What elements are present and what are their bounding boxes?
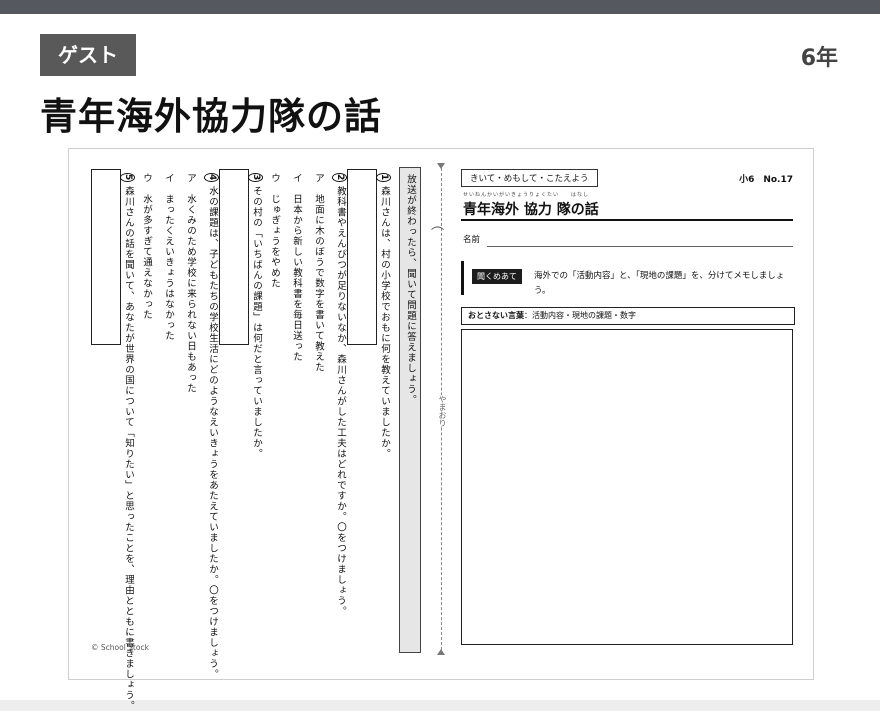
- fold-arrow-icon: ⌒: [431, 227, 445, 242]
- question-2: 2 教科書やえんぴつが足りないなか、森川さんがした工夫はどれですか。〇をつけまし…: [332, 173, 347, 617]
- goal-pill: 聞くめあて: [472, 269, 522, 284]
- goal-text: 海外での「活動内容」と、「現地の課題」を、分けてメモしましょう。: [534, 271, 785, 296]
- question-number: 2: [332, 173, 347, 183]
- worksheet: 5 森川さんの話を聞いて、あなたが世界の国について「知りたい」と思ったことを、理…: [68, 148, 814, 711]
- question-1: 1 森川さんは、村の小学校でおもに何を教えていましたか。: [376, 173, 391, 459]
- answer-box-q1: [347, 169, 377, 345]
- answer-box-q5: [91, 169, 121, 345]
- question-text: 森川さんの話を聞いて、あなたが世界の国について「知りたい」と思ったことを、理由と…: [123, 186, 134, 711]
- name-label: 名前: [463, 235, 481, 245]
- question-text: 教科書やえんぴつが足りないなか、森川さんがした工夫はどれですか。〇をつけましょう…: [335, 186, 346, 617]
- memo-area[interactable]: [461, 329, 793, 645]
- option-q2-i: イ 日本から新しい教科書を毎日送った: [291, 173, 302, 362]
- question-number: 3: [248, 173, 263, 183]
- instruction-band: 放送が終わったら、聞いて問題に答えましょう。: [399, 167, 421, 653]
- title-ruby: せいねんかいがいきょうりょくたい はなし: [463, 192, 590, 198]
- grade-label: 6年: [800, 46, 838, 71]
- keywords-box: おとさない言葉：活動内容・現地の課題・数字: [461, 307, 795, 325]
- question-4: 4 水の課題は、子どもたちの学校生活にどのようなえいきょうをあたえていましたか。…: [204, 173, 219, 680]
- name-line: [487, 246, 793, 247]
- copyright: © School Stock: [91, 643, 149, 652]
- keywords-text: ：活動内容・現地の課題・数字: [524, 311, 636, 320]
- worksheet-title: 青年海外 協力 隊の話: [463, 202, 599, 218]
- question-number: 4: [204, 173, 219, 183]
- option-q4-a: ア 水くみのため学校に来られない日もあった: [185, 173, 196, 394]
- option-q2-u: ウ じゅぎょうをやめた: [269, 173, 280, 289]
- fold-label: やまおり: [437, 395, 448, 427]
- question-5: 5 森川さんの話を聞いて、あなたが世界の国について「知りたい」と思ったことを、理…: [120, 173, 135, 711]
- sheet-number: 小6 No.17: [739, 175, 793, 185]
- option-q2-a: ア 地面に木のぼうで数字を書いて教えた: [313, 173, 324, 373]
- question-number: 5: [120, 173, 135, 183]
- top-bar: [0, 0, 880, 14]
- answer-box-q3: [219, 169, 249, 345]
- listening-goal: 聞くめあて 海外での「活動内容」と、「現地の課題」を、分けてメモしましょう。: [461, 261, 794, 296]
- question-text: 森川さんは、村の小学校でおもに何を教えていましたか。: [379, 186, 390, 460]
- title-rule: [461, 219, 793, 221]
- keywords-label: おとさない言葉: [468, 311, 524, 320]
- fold-marker-bottom: [437, 649, 445, 655]
- question-number: 1: [376, 173, 391, 183]
- memo-page: きいて・めもして・こたえよう 小6 No.17 せいねんかいがいきょうりょくたい…: [461, 167, 795, 647]
- header-box: きいて・めもして・こたえよう: [461, 169, 598, 187]
- fold-marker-top: [437, 163, 445, 169]
- page-title: 青年海外協力隊の話: [40, 95, 382, 138]
- question-text: 水の課題は、子どもたちの学校生活にどのようなえいきょうをあたえていましたか。〇を…: [207, 186, 218, 680]
- question-text: その村の「いちばんの課題」は何だと言っていましたか。: [251, 186, 262, 460]
- option-q4-u: ウ 水が多すぎて通えなかった: [141, 173, 152, 320]
- instruction-text: 放送が終わったら、聞いて問題に答えましょう。: [405, 174, 416, 405]
- question-3: 3 その村の「いちばんの課題」は何だと言っていましたか。: [248, 173, 263, 459]
- option-q4-i: イ まったくえいきょうはなかった: [163, 173, 174, 341]
- guest-badge: ゲスト: [40, 34, 136, 76]
